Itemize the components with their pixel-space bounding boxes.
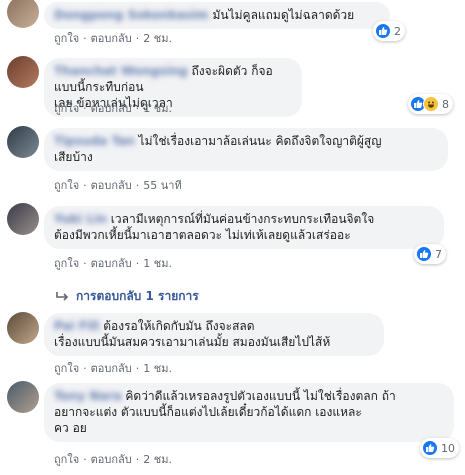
separator: · [83,32,87,45]
reply-link[interactable]: ตอบกลับ [91,362,132,375]
comment-bubble: Yuki Lin เวลามีเหตุการณ์ที่มันค่อนข้างกร… [44,206,444,249]
comment-text: มันไม่คูลแถมดูไม่ฉลาดด้วย [212,8,355,22]
timestamp[interactable]: 1 ชม. [143,102,172,115]
avatar[interactable] [7,381,39,413]
separator: · [83,179,87,192]
separator: · [135,453,140,466]
like-icon [375,23,391,39]
avatar[interactable] [7,126,39,158]
comment-actions: ถูกใจ · ตอบกลับ · 1 ชม. [54,257,172,271]
like-icon [416,246,432,262]
separator: · [135,102,140,115]
separator: · [83,453,87,466]
reply-link[interactable]: ตอบกลับ [91,102,132,115]
separator: · [135,32,140,45]
like-link[interactable]: ถูกใจ [54,453,79,466]
reaction-count: 2 [394,24,401,38]
commenter-name[interactable]: Pai Fill [54,318,99,334]
reaction-count: 10 [441,441,455,455]
comment-bubble: Tony Nara คิดว่าดีแล้วเหรอลงรูปตัวเองแบบ… [44,383,454,442]
comment-text: ต้องรอให้เกิดกับมัน ถึงจะสลด [103,319,255,333]
reply-arrow-icon [56,291,69,301]
avatar[interactable] [7,203,39,235]
comment-text: ไม่ใช่เรื่องเอามาล้อเล่นนะ คิดถึงจิตใจญา… [138,134,382,148]
comment-actions: ถูกใจ · ตอบกลับ · 1 ชม. [54,102,172,116]
separator: · [135,257,140,270]
separator: · [83,257,87,270]
view-replies-label[interactable]: การตอบกลับ 1 รายการ [76,287,199,306]
reaction-count: 8 [442,97,449,111]
commenter-name[interactable]: Dongpong Sokonkasim [54,7,209,23]
reaction-summary[interactable]: 2 [373,21,405,41]
commenter-name[interactable]: Thanchat Wongsing [54,63,188,79]
timestamp[interactable]: 55 นาที [143,179,181,192]
comment-text: เสียบ้าง [54,150,93,164]
view-replies-link[interactable]: การตอบกลับ 1 รายการ [56,287,199,306]
comment-actions: ถูกใจ · ตอบกลับ · 2 ชม. [54,32,172,46]
reaction-count: 7 [435,247,442,261]
reply-link[interactable]: ตอบกลับ [91,257,132,270]
comment-bubble: Tipsuda Tan ไม่ใช่เรื่องเอามาล้อเล่นนะ ค… [44,128,448,171]
comment-actions: ถูกใจ · ตอบกลับ · 1 ชม. [54,362,172,376]
comment-bubble: Pai Fill ต้องรอให้เกิดกับมัน ถึงจะสลด เร… [44,313,384,356]
reaction-summary[interactable]: 7 [414,244,446,264]
like-link[interactable]: ถูกใจ [54,102,79,115]
comment-text: เวลามีเหตุการณ์ที่มันค่อนข้างกระทบกระเทื… [110,212,375,226]
reply-link[interactable]: ตอบกลับ [91,32,132,45]
reaction-summary[interactable]: 8 [408,94,453,114]
comment-actions: ถูกใจ · ตอบกลับ · 2 ชม. [54,453,172,467]
reaction-summary[interactable]: 10 [420,438,459,458]
avatar[interactable] [7,312,39,344]
haha-icon [423,96,439,112]
comment-text: อยากจะแต่ง ตัวแบบนี้ก็อแต่งไปเล้ยเดี๋ยวก… [54,405,362,419]
separator: · [135,179,140,192]
like-link[interactable]: ถูกใจ [54,32,79,45]
comment-text: ต้องมีพวกเหี้ยนี้มาเอาฮาตลอดวะ ไม่เท่เห้… [54,228,351,242]
separator: · [135,362,140,375]
commenter-name[interactable]: Tipsuda Tan [54,133,135,149]
timestamp[interactable]: 1 ชม. [143,362,172,375]
timestamp[interactable]: 2 ชม. [143,32,172,45]
like-link[interactable]: ถูกใจ [54,179,79,192]
reply-link[interactable]: ตอบกลับ [91,453,132,466]
avatar[interactable] [7,56,39,88]
comment-actions: ถูกใจ · ตอบกลับ · 55 นาที [54,179,182,193]
like-icon [422,440,438,456]
comment-text: คว อย [54,421,87,435]
like-link[interactable]: ถูกใจ [54,362,79,375]
comment-bubble: Dongpong Sokonkasim มันไม่คูลแถมดูไม่ฉลา… [44,2,390,29]
commenter-name[interactable]: Tony Nara [54,388,122,404]
reply-link[interactable]: ตอบกลับ [91,179,132,192]
comment-text: คิดว่าดีแล้วเหรอลงรูปตัวเองแบบนี้ ไม่ใช่… [125,389,396,403]
comment-text: เรื่องแบบนี้มันสมควรเอามาเล่นมั้ย สมองมั… [54,335,331,349]
avatar[interactable] [7,0,39,28]
commenter-name[interactable]: Yuki Lin [54,211,107,227]
like-link[interactable]: ถูกใจ [54,257,79,270]
timestamp[interactable]: 1 ชม. [143,257,172,270]
timestamp[interactable]: 2 ชม. [143,453,172,466]
separator: · [83,362,87,375]
separator: · [83,102,87,115]
